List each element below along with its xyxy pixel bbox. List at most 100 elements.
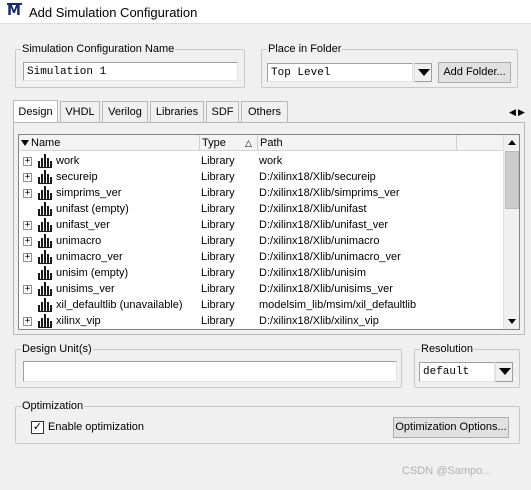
table-row[interactable]: + unimacro_ver Library D:/xilinx18/Xlib/uni… [19,249,504,265]
expand-icon[interactable]: + [23,173,32,182]
library-type: Library [201,187,235,199]
scroll-thumb[interactable] [505,151,519,209]
library-name: secureip [56,171,98,183]
column-name-label: Name [31,137,61,149]
scroll-up-button[interactable] [504,135,519,151]
design-unit-label: Design Unit(s) [21,342,93,356]
table-row[interactable]: + unimacro Library D:/xilinx18/Xlib/unimacr… [19,233,504,249]
library-icon [38,298,52,312]
table-row[interactable]: unifast (empty) Library D:/xilinx18/Xlib/u… [19,201,504,217]
library-tree[interactable]: Name Type △ Path + work Library work + secure… [18,134,520,330]
config-name-label: Simulation Configuration Name [21,42,176,56]
scroll-up-icon [508,140,516,145]
library-icon [38,314,52,328]
title-bar: M Add Simulation Configuration [0,0,531,24]
column-name-header[interactable]: Name [19,135,200,151]
tab-verilog[interactable]: Verilog [102,101,148,123]
library-path: work [259,155,283,167]
library-path: D:/xilinx18/Xlib/unimacro [259,235,380,247]
expand-icon[interactable]: + [23,317,32,326]
library-type: Library [201,203,235,215]
column-path-label: Path [260,137,283,149]
library-name: xil_defaultlib (unavailable) [56,299,183,311]
library-name: unisim (empty) [56,267,129,279]
library-path: D:/xilinx18/Xlib/unisim [259,267,366,279]
column-type-label: Type [202,137,226,149]
expand-icon[interactable]: + [23,237,32,246]
table-row[interactable]: + simprims_ver Library D:/xilinx18/Xlib/sim… [19,185,504,201]
library-icon [38,170,52,184]
expand-icon[interactable]: + [23,221,32,230]
column-path-header[interactable]: Path [258,135,457,151]
library-icon [38,218,52,232]
tab-sdf[interactable]: SDF [206,101,239,123]
place-in-folder-label: Place in Folder [267,42,343,56]
scroll-down-button[interactable] [504,313,519,329]
library-icon [38,266,52,280]
tab-others[interactable]: Others [241,101,288,123]
tab-design[interactable]: Design [13,100,58,123]
modelsim-logo-icon: M [7,3,22,19]
library-icon [38,186,52,200]
column-type-header[interactable]: Type △ [200,135,258,151]
library-type: Library [201,267,235,279]
library-name: unimacro [56,235,102,247]
enable-optimization-label: Enable optimization [48,421,145,433]
tab-vhdl[interactable]: VHDL [60,101,100,123]
window-title: Add Simulation Configuration [29,5,198,20]
add-folder-button[interactable]: Add Folder... [438,62,511,83]
resolution-label: Resolution [420,342,474,356]
library-path: D:/xilinx18/Xlib/simprims_ver [259,187,400,199]
library-name: unifast_ver [56,219,110,231]
library-name: xilinx_vip [56,315,101,327]
optimization-options-button[interactable]: Optimization Options... [393,417,509,438]
resolution-dropdown-button[interactable] [495,362,513,382]
expand-icon[interactable]: + [23,157,32,166]
enable-optimization-checkbox[interactable]: ✓ [31,421,44,434]
library-type: Library [201,283,235,295]
chevron-down-icon [418,69,430,76]
column-header-row: Name Type △ Path [19,135,504,151]
expand-icon[interactable]: + [23,285,32,294]
library-type: Library [201,299,235,311]
scroll-down-icon [508,319,516,324]
table-row[interactable]: + secureip Library D:/xilinx18/Xlib/securei… [19,169,504,185]
library-path: D:/xilinx18/Xlib/secureip [259,171,376,183]
resolution-select[interactable]: default [419,362,495,382]
folder-select[interactable]: Top Level [267,63,413,82]
tab-scroll-right-icon[interactable]: ▶ [517,106,526,118]
library-name: unimacro_ver [56,251,123,263]
expand-icon[interactable]: + [23,189,32,198]
chevron-down-icon [499,368,511,375]
tab-scroll-left-icon[interactable]: ◀ [508,106,517,118]
tree-toggle-icon [21,140,29,146]
library-list-scrollbar[interactable] [503,135,519,329]
library-icon [38,202,52,216]
design-unit-input[interactable] [23,361,397,382]
sort-ascending-icon: △ [245,138,252,148]
table-row[interactable]: + xilinx_vip Library D:/xilinx18/Xlib/xilin… [19,313,504,329]
library-type: Library [201,219,235,231]
library-name: simprims_ver [56,187,122,199]
table-row[interactable]: + unifast_ver Library D:/xilinx18/Xlib/unif… [19,217,504,233]
expand-icon[interactable]: + [23,253,32,262]
optimization-label: Optimization [21,399,85,413]
library-type: Library [201,315,235,327]
library-path: D:/xilinx18/Xlib/unifast_ver [259,219,389,231]
library-path: modelsim_lib/msim/xil_defaultlib [259,299,417,311]
library-icon [38,154,52,168]
library-icon [38,282,52,296]
library-type: Library [201,251,235,263]
table-row[interactable]: unisim (empty) Library D:/xilinx18/Xlib/un… [19,265,504,281]
config-name-input[interactable]: Simulation 1 [23,62,238,81]
library-icon [38,234,52,248]
table-row[interactable]: + work Library work [19,153,504,169]
library-path: D:/xilinx18/Xlib/unisims_ver [259,283,393,295]
folder-dropdown-button[interactable] [414,63,432,82]
table-row[interactable]: xil_defaultlib (unavailable) Library model… [19,297,504,313]
library-name: work [56,155,80,167]
library-name: unifast (empty) [56,203,129,215]
tab-libraries[interactable]: Libraries [150,101,204,123]
library-name: unisims_ver [56,283,115,295]
table-row[interactable]: + unisims_ver Library D:/xilinx18/Xlib/unis… [19,281,504,297]
